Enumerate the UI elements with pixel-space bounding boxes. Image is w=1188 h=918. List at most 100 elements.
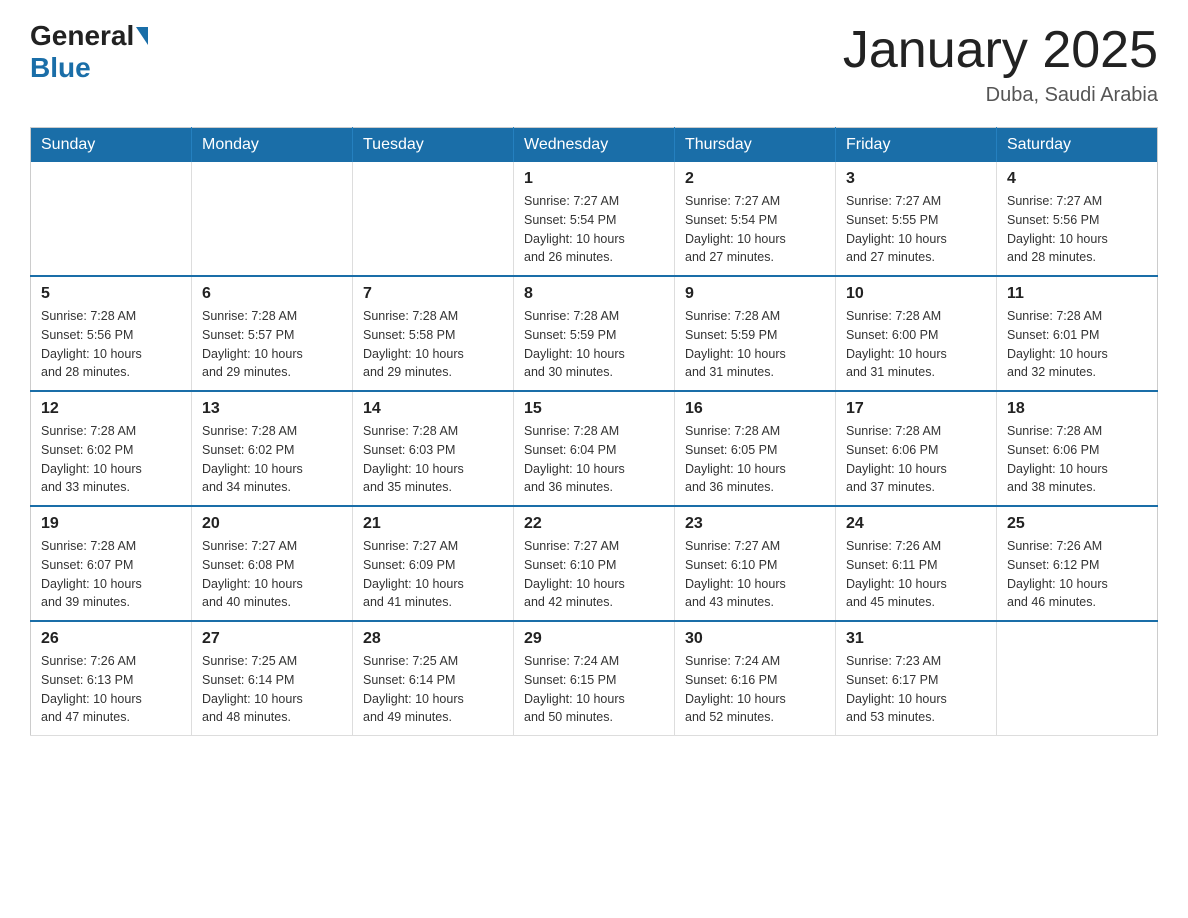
day-number: 25 (1007, 515, 1147, 533)
day-number: 31 (846, 630, 986, 648)
weekday-header-wednesday: Wednesday (514, 128, 675, 163)
calendar-cell: 13 Sunrise: 7:28 AMSunset: 6:02 PMDayligh… (192, 391, 353, 506)
page-header: General Blue January 2025 Duba, Saudi Ar… (30, 20, 1158, 107)
day-info: Sunrise: 7:28 AMSunset: 6:04 PMDaylight:… (524, 422, 664, 497)
day-number: 15 (524, 400, 664, 418)
calendar-table: SundayMondayTuesdayWednesdayThursdayFrid… (30, 127, 1158, 736)
day-info: Sunrise: 7:26 AMSunset: 6:11 PMDaylight:… (846, 537, 986, 612)
calendar-cell: 30 Sunrise: 7:24 AMSunset: 6:16 PMDayligh… (675, 621, 836, 736)
calendar-cell: 21Sunrise: 7:27 AMSunset: 6:09 PMDayligh… (353, 506, 514, 621)
calendar-cell (31, 162, 192, 276)
calendar-cell: 15 Sunrise: 7:28 AMSunset: 6:04 PMDayligh… (514, 391, 675, 506)
calendar-cell: 22 Sunrise: 7:27 AMSunset: 6:10 PMDayligh… (514, 506, 675, 621)
day-info: Sunrise: 7:24 AMSunset: 6:16 PMDaylight:… (685, 652, 825, 727)
calendar-cell: 12 Sunrise: 7:28 AMSunset: 6:02 PMDayligh… (31, 391, 192, 506)
calendar-week-row: 12 Sunrise: 7:28 AMSunset: 6:02 PMDayligh… (31, 391, 1158, 506)
day-number: 12 (41, 400, 181, 418)
calendar-cell: 3 Sunrise: 7:27 AMSunset: 5:55 PMDaylight… (836, 162, 997, 276)
calendar-cell: 10 Sunrise: 7:28 AMSunset: 6:00 PMDayligh… (836, 276, 997, 391)
day-info: Sunrise: 7:28 AMSunset: 6:07 PMDaylight:… (41, 537, 181, 612)
day-number: 23 (685, 515, 825, 533)
day-number: 29 (524, 630, 664, 648)
weekday-header-monday: Monday (192, 128, 353, 163)
day-number: 14 (363, 400, 503, 418)
day-info: Sunrise: 7:24 AMSunset: 6:15 PMDaylight:… (524, 652, 664, 727)
day-number: 17 (846, 400, 986, 418)
day-number: 30 (685, 630, 825, 648)
calendar-cell: 8 Sunrise: 7:28 AMSunset: 5:59 PMDaylight… (514, 276, 675, 391)
calendar-cell: 18Sunrise: 7:28 AMSunset: 6:06 PMDayligh… (997, 391, 1158, 506)
logo-blue-text: Blue (30, 52, 91, 84)
day-number: 26 (41, 630, 181, 648)
day-number: 3 (846, 170, 986, 188)
day-info: Sunrise: 7:28 AMSunset: 5:59 PMDaylight:… (685, 307, 825, 382)
day-info: Sunrise: 7:26 AMSunset: 6:13 PMDaylight:… (41, 652, 181, 727)
calendar-cell: 25Sunrise: 7:26 AMSunset: 6:12 PMDayligh… (997, 506, 1158, 621)
calendar-cell: 20 Sunrise: 7:27 AMSunset: 6:08 PMDayligh… (192, 506, 353, 621)
day-number: 4 (1007, 170, 1147, 188)
day-info: Sunrise: 7:28 AMSunset: 6:02 PMDaylight:… (202, 422, 342, 497)
weekday-header-friday: Friday (836, 128, 997, 163)
day-info: Sunrise: 7:28 AMSunset: 5:57 PMDaylight:… (202, 307, 342, 382)
calendar-cell (353, 162, 514, 276)
day-info: Sunrise: 7:27 AMSunset: 6:08 PMDaylight:… (202, 537, 342, 612)
title-section: January 2025 Duba, Saudi Arabia (843, 20, 1158, 107)
calendar-week-row: 19 Sunrise: 7:28 AMSunset: 6:07 PMDayligh… (31, 506, 1158, 621)
day-number: 19 (41, 515, 181, 533)
day-number: 5 (41, 285, 181, 303)
day-number: 22 (524, 515, 664, 533)
day-info: Sunrise: 7:23 AMSunset: 6:17 PMDaylight:… (846, 652, 986, 727)
calendar-cell: 11Sunrise: 7:28 AMSunset: 6:01 PMDayligh… (997, 276, 1158, 391)
weekday-header-thursday: Thursday (675, 128, 836, 163)
day-info: Sunrise: 7:28 AMSunset: 6:06 PMDaylight:… (1007, 422, 1147, 497)
calendar-cell: 27Sunrise: 7:25 AMSunset: 6:14 PMDayligh… (192, 621, 353, 736)
calendar-cell: 4 Sunrise: 7:27 AMSunset: 5:56 PMDaylight… (997, 162, 1158, 276)
day-info: Sunrise: 7:27 AMSunset: 6:10 PMDaylight:… (524, 537, 664, 612)
calendar-cell: 1Sunrise: 7:27 AMSunset: 5:54 PMDaylight… (514, 162, 675, 276)
day-number: 10 (846, 285, 986, 303)
day-info: Sunrise: 7:27 AMSunset: 6:10 PMDaylight:… (685, 537, 825, 612)
day-number: 8 (524, 285, 664, 303)
day-info: Sunrise: 7:28 AMSunset: 5:59 PMDaylight:… (524, 307, 664, 382)
calendar-header-row: SundayMondayTuesdayWednesdayThursdayFrid… (31, 128, 1158, 163)
calendar-cell: 16Sunrise: 7:28 AMSunset: 6:05 PMDayligh… (675, 391, 836, 506)
calendar-cell: 6Sunrise: 7:28 AMSunset: 5:57 PMDaylight… (192, 276, 353, 391)
day-info: Sunrise: 7:27 AMSunset: 5:55 PMDaylight:… (846, 192, 986, 267)
logo: General Blue (30, 20, 150, 84)
weekday-header-saturday: Saturday (997, 128, 1158, 163)
calendar-cell: 24 Sunrise: 7:26 AMSunset: 6:11 PMDayligh… (836, 506, 997, 621)
calendar-cell: 31 Sunrise: 7:23 AMSunset: 6:17 PMDayligh… (836, 621, 997, 736)
day-info: Sunrise: 7:28 AMSunset: 5:56 PMDaylight:… (41, 307, 181, 382)
calendar-cell: 17Sunrise: 7:28 AMSunset: 6:06 PMDayligh… (836, 391, 997, 506)
logo-arrow-icon (136, 27, 148, 45)
calendar-cell: 23 Sunrise: 7:27 AMSunset: 6:10 PMDayligh… (675, 506, 836, 621)
day-number: 2 (685, 170, 825, 188)
weekday-header-tuesday: Tuesday (353, 128, 514, 163)
location-subtitle: Duba, Saudi Arabia (843, 84, 1158, 107)
day-info: Sunrise: 7:27 AMSunset: 5:54 PMDaylight:… (685, 192, 825, 267)
calendar-cell: 28Sunrise: 7:25 AMSunset: 6:14 PMDayligh… (353, 621, 514, 736)
calendar-cell: 2 Sunrise: 7:27 AMSunset: 5:54 PMDaylight… (675, 162, 836, 276)
day-info: Sunrise: 7:28 AMSunset: 6:00 PMDaylight:… (846, 307, 986, 382)
calendar-week-row: 26 Sunrise: 7:26 AMSunset: 6:13 PMDayligh… (31, 621, 1158, 736)
weekday-header-sunday: Sunday (31, 128, 192, 163)
day-number: 20 (202, 515, 342, 533)
day-info: Sunrise: 7:28 AMSunset: 6:03 PMDaylight:… (363, 422, 503, 497)
calendar-cell: 7Sunrise: 7:28 AMSunset: 5:58 PMDaylight… (353, 276, 514, 391)
main-title: January 2025 (843, 20, 1158, 80)
calendar-cell: 9Sunrise: 7:28 AMSunset: 5:59 PMDaylight… (675, 276, 836, 391)
day-number: 24 (846, 515, 986, 533)
calendar-week-row: 5 Sunrise: 7:28 AMSunset: 5:56 PMDaylight… (31, 276, 1158, 391)
day-info: Sunrise: 7:27 AMSunset: 5:56 PMDaylight:… (1007, 192, 1147, 267)
calendar-cell: 5 Sunrise: 7:28 AMSunset: 5:56 PMDaylight… (31, 276, 192, 391)
day-info: Sunrise: 7:28 AMSunset: 6:02 PMDaylight:… (41, 422, 181, 497)
day-number: 27 (202, 630, 342, 648)
day-info: Sunrise: 7:27 AMSunset: 6:09 PMDaylight:… (363, 537, 503, 612)
day-number: 13 (202, 400, 342, 418)
calendar-cell: 26 Sunrise: 7:26 AMSunset: 6:13 PMDayligh… (31, 621, 192, 736)
day-info: Sunrise: 7:25 AMSunset: 6:14 PMDaylight:… (363, 652, 503, 727)
day-number: 11 (1007, 285, 1147, 303)
logo-general-text: General (30, 20, 134, 52)
calendar-week-row: 1Sunrise: 7:27 AMSunset: 5:54 PMDaylight… (31, 162, 1158, 276)
calendar-cell (192, 162, 353, 276)
